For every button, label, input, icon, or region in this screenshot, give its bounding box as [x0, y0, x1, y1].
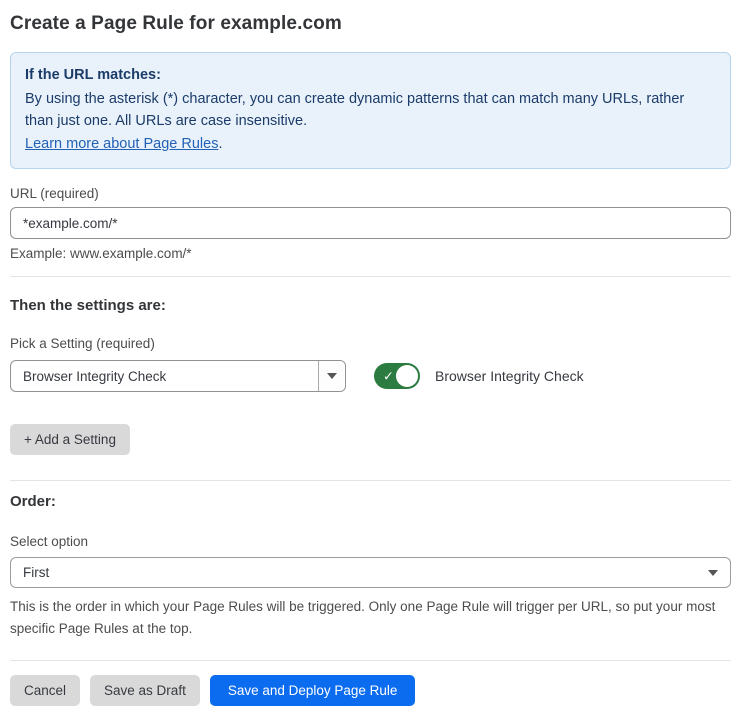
save-as-draft-button[interactable]: Save as Draft [90, 675, 200, 706]
info-box-body: By using the asterisk (*) character, you… [25, 88, 715, 132]
settings-section-heading: Then the settings are: [10, 297, 731, 314]
url-match-info-box: If the URL matches: By using the asteris… [10, 52, 731, 169]
divider [10, 480, 731, 481]
setting-dropdown[interactable]: Browser Integrity Check [10, 360, 346, 392]
pick-setting-label: Pick a Setting (required) [10, 336, 731, 351]
order-select[interactable]: First [10, 557, 731, 588]
chevron-down-icon [708, 570, 718, 576]
info-box-heading: If the URL matches: [25, 64, 716, 86]
setting-dropdown-value: Browser Integrity Check [11, 361, 318, 391]
divider [10, 660, 731, 661]
setting-dropdown-arrow-button[interactable] [318, 361, 345, 391]
divider [10, 276, 731, 277]
url-field-label: URL (required) [10, 186, 731, 201]
chevron-down-icon [327, 373, 337, 379]
cancel-button[interactable]: Cancel [10, 675, 80, 706]
toggle-label: Browser Integrity Check [435, 368, 584, 384]
add-setting-button[interactable]: + Add a Setting [10, 424, 130, 455]
learn-more-link[interactable]: Learn more about Page Rules [25, 136, 218, 152]
order-section-heading: Order: [10, 493, 731, 510]
create-page-rule-form: Create a Page Rule for example.com If th… [0, 0, 750, 706]
setting-row: Browser Integrity Check ✓ Browser Integr… [10, 360, 731, 392]
order-select-value: First [23, 565, 49, 580]
url-input[interactable] [10, 207, 731, 239]
link-suffix: . [218, 136, 222, 152]
url-example-hint: Example: www.example.com/* [10, 246, 731, 261]
select-option-label: Select option [10, 534, 731, 549]
save-and-deploy-button[interactable]: Save and Deploy Page Rule [210, 675, 416, 706]
toggle-knob [396, 365, 418, 387]
page-title: Create a Page Rule for example.com [10, 13, 731, 35]
info-box-link-line: Learn more about Page Rules. [25, 133, 716, 155]
footer-actions: Cancel Save as Draft Save and Deploy Pag… [10, 675, 731, 706]
order-help-text: This is the order in which your Page Rul… [10, 596, 731, 640]
browser-integrity-toggle[interactable]: ✓ [374, 363, 420, 389]
check-icon: ✓ [383, 370, 394, 383]
